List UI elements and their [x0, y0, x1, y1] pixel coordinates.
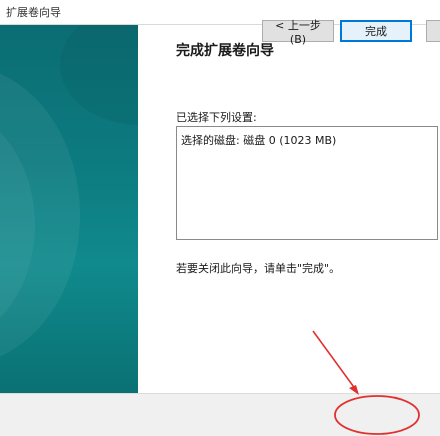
wizard-heading: 完成扩展卷向导 — [176, 43, 274, 59]
finish-button[interactable]: 完成 — [340, 20, 412, 42]
wizard-side-panel — [0, 25, 138, 393]
selected-disk-line: 选择的磁盘: 磁盘 0 (1023 MB) — [181, 134, 337, 147]
side-panel-decoration — [0, 25, 138, 357]
button-bar — [0, 393, 440, 436]
back-button[interactable]: < 上一步(B) — [262, 19, 334, 46]
window-title: 扩展卷向导 — [6, 6, 61, 19]
wizard-content: 完成扩展卷向导 已选择下列设置: 选择的磁盘: 磁盘 0 (1023 MB) 若… — [138, 25, 440, 393]
close-hint-text: 若要关闭此向导，请单击"完成"。 — [176, 262, 341, 275]
cancel-button[interactable] — [426, 20, 440, 42]
settings-summary-box[interactable]: 选择的磁盘: 磁盘 0 (1023 MB) — [176, 126, 438, 240]
settings-label: 已选择下列设置: — [176, 111, 257, 124]
